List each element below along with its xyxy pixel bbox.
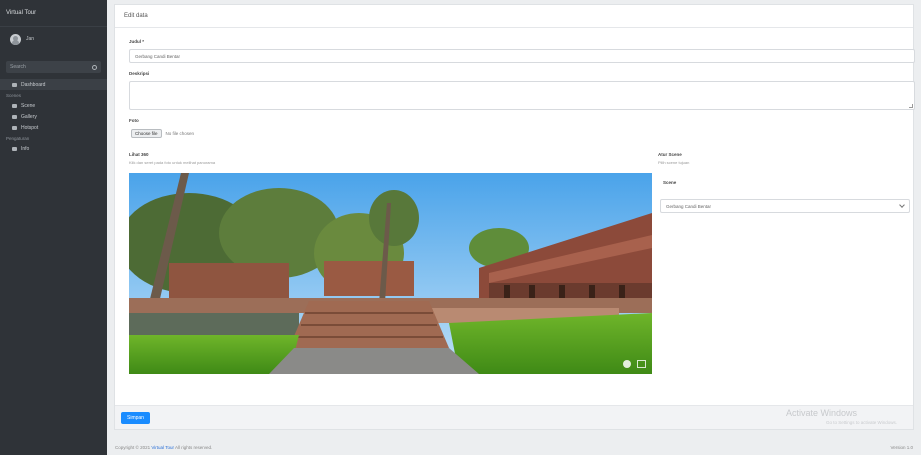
- sidebar-item-gallery[interactable]: Gallery: [0, 111, 107, 122]
- page-footer: Copyright © 2021 Virtual Tour All rights…: [107, 440, 921, 455]
- footer-link[interactable]: Virtual Tour: [151, 445, 174, 450]
- sidebar-item-label: Hotspot: [21, 124, 39, 131]
- dashboard-icon: [12, 82, 17, 87]
- main-content: Edit data Judul * Gerbang Candi Bentar D…: [107, 0, 921, 455]
- judul-input[interactable]: Gerbang Candi Bentar: [129, 49, 915, 63]
- compass-icon[interactable]: [623, 360, 631, 368]
- info-icon: [12, 146, 17, 151]
- side-panel-hint: Pilih scene tujuan: [658, 160, 690, 165]
- brand-title[interactable]: Virtual Tour: [0, 0, 107, 27]
- scene-select-value: Gerbang Candi Bentar: [666, 203, 712, 209]
- avatar: [10, 33, 21, 45]
- sidebar-search[interactable]: Search: [6, 61, 101, 73]
- sidebar: Virtual Tour Jan Search Dashboard Scenes…: [0, 0, 107, 455]
- sidebar-item-label: Scene: [21, 102, 36, 109]
- viewer-controls: [623, 360, 646, 368]
- save-button[interactable]: Simpan: [121, 412, 150, 424]
- judul-label: Judul *: [129, 39, 145, 44]
- file-status: No file chosen: [165, 131, 195, 136]
- chevron-down-icon: [899, 202, 905, 208]
- user-panel[interactable]: Jan: [0, 27, 107, 51]
- copyright-suffix: All rights reserved.: [174, 445, 213, 450]
- deskripsi-label: Deskripsi: [129, 71, 150, 76]
- form-footer: Simpan Activate Windows Go to Settings t…: [115, 405, 913, 429]
- preview-hint: Klik dan seret pada foto untuk melihat p…: [129, 160, 216, 165]
- user-name: Jan: [26, 36, 35, 42]
- side-panel-label: Atur Scene: [658, 152, 682, 157]
- activation-watermark: Activate Windows: [785, 408, 857, 418]
- pin-icon: [12, 125, 17, 130]
- choose-file-button[interactable]: Choose file: [131, 129, 162, 138]
- version-text: Version 1.0: [890, 445, 913, 450]
- gallery-icon: [12, 114, 17, 119]
- preview-label: Lihat 360: [129, 152, 149, 157]
- fullscreen-icon[interactable]: [637, 360, 646, 368]
- copyright: Copyright © 2021 Virtual Tour All rights…: [115, 445, 212, 450]
- scene-select[interactable]: Gerbang Candi Bentar: [660, 199, 910, 213]
- sidebar-item-label: Gallery: [21, 113, 37, 120]
- panorama-viewer[interactable]: [129, 173, 652, 374]
- resize-handle-icon[interactable]: [909, 104, 913, 108]
- file-input[interactable]: Choose file No file chosen: [131, 129, 194, 138]
- edit-card: Edit data Judul * Gerbang Candi Bentar D…: [114, 4, 915, 430]
- sidebar-heading-settings: Pengaturan: [6, 135, 30, 141]
- sidebar-item-info[interactable]: Info: [0, 143, 107, 154]
- sidebar-item-scene[interactable]: Scene: [0, 100, 107, 111]
- sidebar-item-dashboard[interactable]: Dashboard: [0, 79, 107, 90]
- sidebar-search-placeholder: Search: [10, 64, 26, 70]
- sidebar-item-label: Dashboard: [21, 81, 46, 88]
- deskripsi-textarea[interactable]: [129, 81, 915, 110]
- sidebar-item-label: Info: [21, 145, 30, 152]
- copyright-prefix: Copyright © 2021: [115, 445, 151, 450]
- scene-select-label: Scene: [663, 180, 677, 185]
- image-icon: [12, 103, 17, 108]
- card-title: Edit data: [115, 5, 913, 28]
- sidebar-item-hotspot[interactable]: Hotspot: [0, 122, 107, 133]
- activation-watermark-sub: Go to Settings to activate Windows.: [825, 420, 897, 425]
- app-window: Virtual Tour Jan Search Dashboard Scenes…: [0, 0, 921, 455]
- sidebar-heading-scenes: Scenes: [6, 92, 22, 98]
- foto-label: Foto: [129, 118, 139, 123]
- panorama-image: [129, 173, 652, 374]
- search-icon[interactable]: [92, 64, 97, 70]
